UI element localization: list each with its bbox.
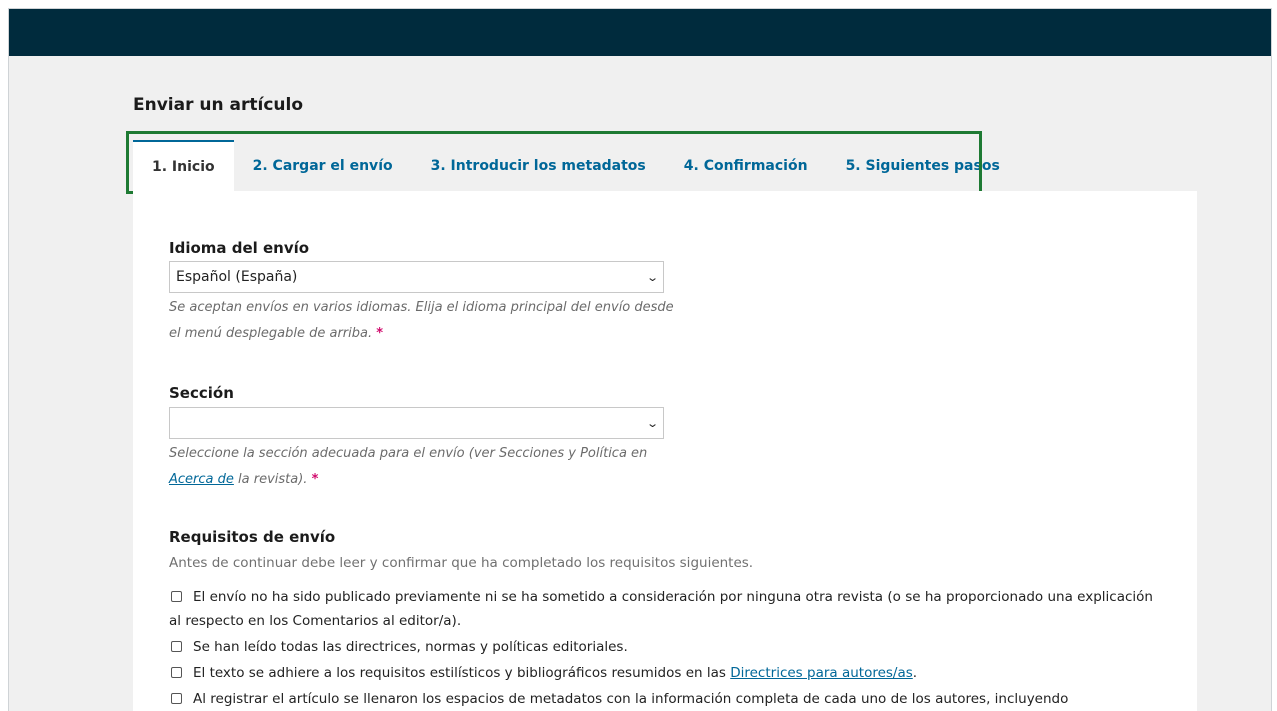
checklist-item: Al registrar el artículo se llenaron los… — [169, 687, 1159, 711]
section-select[interactable]: ⌄ — [169, 407, 664, 439]
form-panel: Idioma del envío Español (España) ⌄ Se a… — [133, 191, 1197, 711]
language-help-text: Se aceptan envíos en varios idiomas. Eli… — [169, 300, 674, 341]
tabs-highlight-box — [126, 131, 982, 194]
checklist-item: Se han leído todas las directrices, norm… — [169, 635, 1159, 659]
section-help: Seleccione la sección adecuada para el e… — [169, 441, 689, 493]
section-label: Sección — [169, 384, 234, 402]
checklist-item-text-end: . — [912, 665, 918, 681]
required-asterisk: * — [376, 326, 384, 341]
checklist-item: El envío no ha sido publicado previament… — [169, 585, 1159, 633]
section-help-text-before: Seleccione la sección adecuada para el e… — [169, 446, 648, 461]
checklist-item-text: Al registrar el artículo se llenaron los… — [193, 691, 1069, 707]
language-select-value: Español (España) — [176, 269, 298, 285]
page-title: Enviar un artículo — [133, 95, 304, 115]
requirements-title: Requisitos de envío — [169, 528, 336, 546]
chevron-down-icon: ⌄ — [645, 416, 659, 430]
required-asterisk: * — [311, 472, 319, 487]
language-select[interactable]: Español (España) ⌄ — [169, 261, 664, 293]
checklist-item: El texto se adhiere a los requisitos est… — [169, 661, 1159, 685]
acerca-de-link[interactable]: Acerca de — [169, 472, 234, 487]
requirements-checklist: El envío no ha sido publicado previament… — [169, 585, 1159, 711]
chevron-down-icon: ⌄ — [645, 270, 659, 284]
checkbox[interactable] — [171, 641, 182, 652]
top-header-bar — [9, 9, 1271, 56]
requirements-description: Antes de continuar debe leer y confirmar… — [169, 555, 754, 571]
checklist-item-text: Se han leído todas las directrices, norm… — [193, 639, 628, 655]
language-help: Se aceptan envíos en varios idiomas. Eli… — [169, 295, 689, 347]
checklist-item-text: El texto se adhiere a los requisitos est… — [193, 665, 731, 681]
checkbox[interactable] — [171, 693, 182, 704]
checkbox[interactable] — [171, 591, 182, 602]
language-label: Idioma del envío — [169, 239, 310, 257]
app-frame: Enviar un artículo 1. Inicio 2. Cargar e… — [8, 8, 1272, 711]
section-help-text-after: la revista). — [233, 472, 308, 487]
checklist-item-text: El envío no ha sido publicado previament… — [169, 589, 1153, 629]
checkbox[interactable] — [171, 667, 182, 678]
directrices-link[interactable]: Directrices para autores/as — [730, 665, 913, 681]
